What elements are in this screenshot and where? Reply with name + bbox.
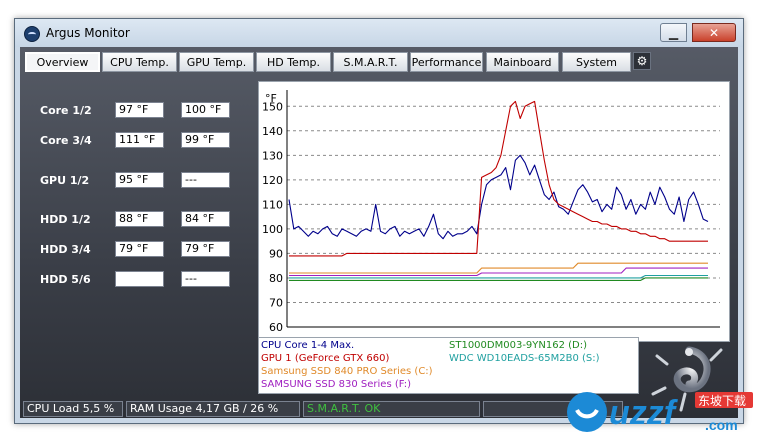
y-tick-label: 150 (262, 100, 283, 113)
minimize-button[interactable]: ▁ (660, 23, 687, 42)
tab-cpu-temp[interactable]: CPU Temp. (102, 52, 177, 72)
tab-label: CPU Temp. (110, 55, 169, 69)
y-tick-label: 60 (269, 321, 283, 334)
tab-label: System (575, 55, 618, 69)
temperature-chart: °F 150 140 130 120 110 100 90 80 70 60 (258, 81, 730, 342)
tab-label: GPU Temp. (186, 55, 247, 69)
settings-button[interactable]: ⚙ (633, 52, 651, 70)
legend-item-hdd-s: WDC WD10EADS-65M2B0 (S:) (449, 353, 600, 364)
sensor-value-core-4: 99 °F (181, 132, 230, 148)
tab-smart[interactable]: S.M.A.R.T. (333, 52, 408, 72)
sensor-value-core-3: 111 °F (115, 132, 164, 148)
sensor-label-core-3-4: Core 3/4 (40, 134, 92, 147)
y-tick-label: 100 (262, 223, 283, 236)
watermark-cn-text: 东坡下载 (698, 394, 746, 408)
sensor-value-core-1: 97 °F (115, 102, 164, 118)
sensor-value-hdd-2: 84 °F (181, 211, 230, 227)
legend-item-cpu: CPU Core 1-4 Max. (261, 340, 355, 351)
sensor-label-core-1-2: Core 1/2 (40, 104, 92, 117)
series-line-1 (289, 100, 708, 257)
watermark-com-text: .com (705, 417, 738, 433)
watermark-text: uzzf (609, 394, 679, 432)
y-tick-label: 130 (262, 149, 283, 162)
series-line-0 (288, 154, 709, 240)
tab-label: Mainboard (493, 55, 552, 69)
ram-usage-status: RAM Usage 4,17 GB / 26 % (126, 401, 300, 417)
y-tick-label: 140 (262, 125, 283, 138)
main-window: Argus Monitor ▁ ✕ Overview CPU Temp. GPU… (14, 18, 744, 424)
tab-overview[interactable]: Overview (25, 52, 100, 72)
gear-icon: ⚙ (636, 54, 648, 68)
y-tick-label: 70 (269, 296, 283, 309)
sensor-value-core-2: 100 °F (181, 102, 230, 118)
legend-item-gpu: GPU 1 (GeForce GTX 660) (261, 353, 390, 364)
uzzf-watermark: uzzf 东坡下载 .com (567, 392, 753, 433)
app-logo-icon (24, 26, 40, 42)
sensor-label-hdd-1-2: HDD 1/2 (40, 213, 91, 226)
tab-label: S.M.A.R.T. (343, 55, 398, 69)
y-tick-label: 110 (262, 198, 283, 211)
y-tick-label: 120 (262, 174, 283, 187)
tab-gpu-temp[interactable]: GPU Temp. (179, 52, 254, 72)
legend-item-ssd-c: Samsung SSD 840 PRO Series (C:) (261, 366, 433, 377)
close-button[interactable]: ✕ (692, 23, 736, 42)
tab-system[interactable]: System (562, 52, 631, 72)
legend-item-ssd-f: SAMSUNG SSD 830 Series (F:) (261, 379, 411, 390)
sensor-label-hdd-5-6: HDD 5/6 (40, 273, 91, 286)
sensor-value-hdd-3: 79 °F (115, 241, 164, 257)
minimize-icon: ▁ (668, 25, 679, 40)
y-tick-label: 80 (269, 272, 283, 285)
window-title: Argus Monitor (46, 26, 130, 40)
tab-performance[interactable]: Performance (410, 52, 483, 72)
sensor-value-gpu-2: --- (181, 172, 230, 188)
legend-item-hdd-d: ST1000DM003-9YN162 (D:) (449, 340, 588, 351)
client-area: Overview CPU Temp. GPU Temp. HD Temp. S.… (20, 47, 738, 418)
cpu-load-status: CPU Load 5,5 % (23, 401, 123, 417)
sensor-value-gpu-1: 95 °F (115, 172, 164, 188)
sensor-value-hdd-1: 88 °F (115, 211, 164, 227)
smart-status: S.M.A.R.T. OK (303, 401, 480, 417)
close-icon: ✕ (708, 25, 720, 40)
y-tick-label: 90 (269, 247, 283, 260)
sensor-label-gpu-1-2: GPU 1/2 (40, 174, 90, 187)
title-bar[interactable]: Argus Monitor ▁ ✕ (15, 19, 743, 47)
tab-hd-temp[interactable]: HD Temp. (256, 52, 331, 72)
tab-label: Performance (411, 55, 482, 69)
sensor-value-hdd-5 (115, 271, 164, 287)
sensor-value-hdd-6: --- (181, 271, 230, 287)
tab-label: HD Temp. (266, 55, 321, 69)
sensor-label-hdd-3-4: HDD 3/4 (40, 243, 91, 256)
tab-mainboard[interactable]: Mainboard (486, 52, 559, 72)
tab-label: Overview (36, 55, 89, 69)
series-line-3 (289, 267, 708, 277)
sensor-value-hdd-4: 79 °F (181, 241, 230, 257)
temperature-chart-svg: °F15014013012011010090807060 (262, 90, 720, 334)
